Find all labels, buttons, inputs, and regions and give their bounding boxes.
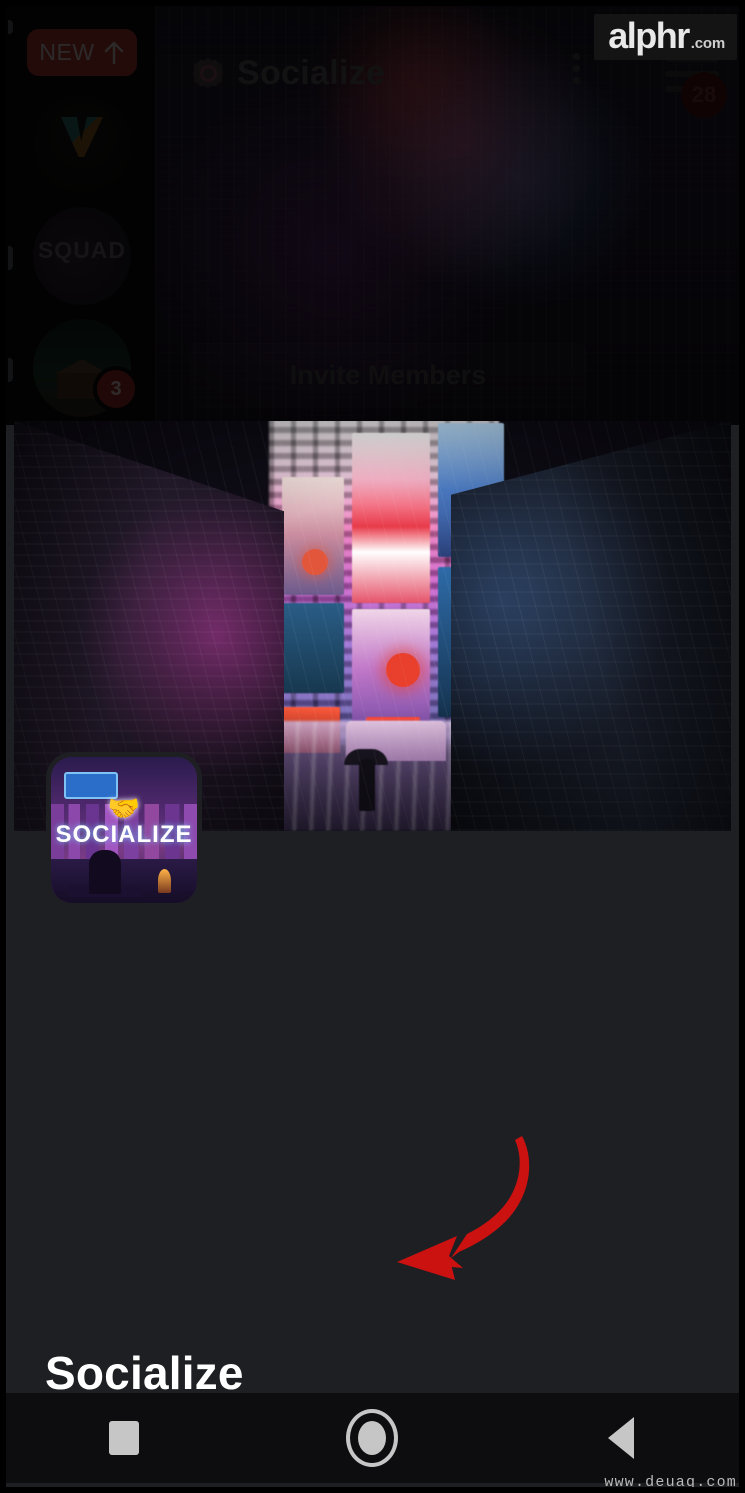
handshake-icon: 🤝 <box>107 792 141 823</box>
server-detail-sheet: Socialize 👑 Socialize 👑A super fun hango… <box>14 421 731 1441</box>
server-avatar[interactable]: 🤝 SOCIALIZE <box>46 752 202 908</box>
alphr-tld: .com <box>690 35 725 52</box>
phone-screen: SQUAD 3 NEW Socialize 28 Invite Members <box>0 0 745 1493</box>
server-avatar-figure <box>88 850 122 895</box>
recents-button[interactable] <box>0 1421 248 1455</box>
deuaq-watermark: www.deuaq.com <box>604 1474 737 1491</box>
page-title: Socialize <box>45 1347 244 1399</box>
square-recents-icon <box>109 1421 140 1455</box>
alphr-watermark: alphr .com <box>594 14 737 60</box>
server-avatar-lamp <box>157 869 171 893</box>
back-button[interactable] <box>497 1417 745 1459</box>
circle-home-icon <box>346 1409 399 1467</box>
system-navigation-bar <box>0 1393 745 1483</box>
dim-overlay <box>0 0 745 425</box>
alphr-brand: alphr <box>608 15 690 56</box>
home-button[interactable] <box>248 1409 496 1467</box>
server-avatar-wordmark: SOCIALIZE <box>55 821 193 849</box>
triangle-back-icon <box>607 1417 634 1459</box>
background-server-screen: SQUAD 3 NEW Socialize 28 Invite Members <box>0 0 745 425</box>
